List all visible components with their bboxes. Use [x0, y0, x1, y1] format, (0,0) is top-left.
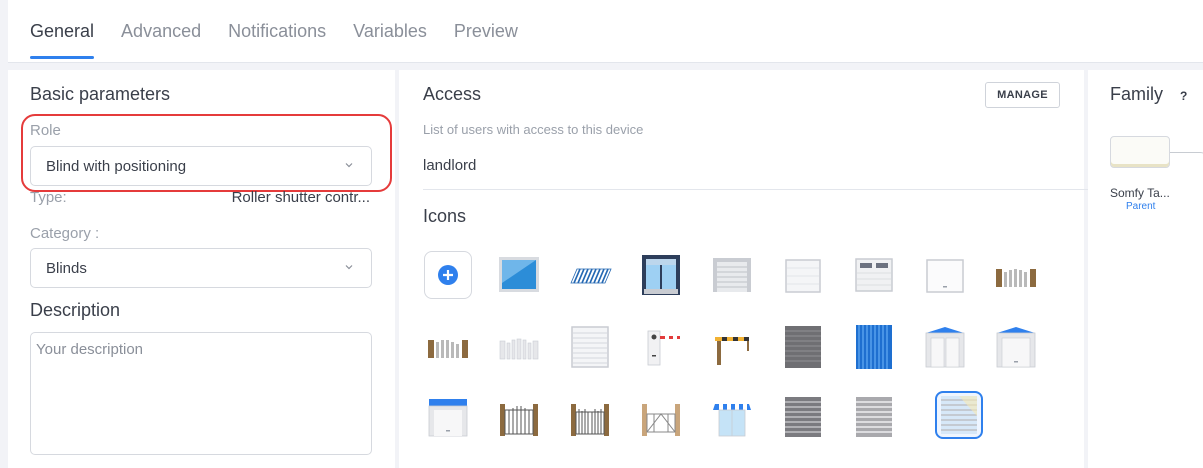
- light-blind-icon[interactable]: [850, 393, 898, 441]
- access-subtitle: List of users with access to this device: [423, 122, 644, 137]
- open-shutter-window-icon[interactable]: [637, 251, 685, 299]
- role-select[interactable]: Blind with positioning: [30, 146, 372, 186]
- shop-awning-icon[interactable]: [708, 393, 756, 441]
- access-icons-panel: Access MANAGE List of users with access …: [399, 70, 1088, 468]
- wooden-fence-icon[interactable]: [424, 323, 472, 371]
- add-icon-button[interactable]: [424, 251, 472, 299]
- tab-variables[interactable]: Variables: [353, 21, 427, 59]
- type-row: Type: Roller shutter contr...: [30, 189, 370, 209]
- basic-parameters-title: Basic parameters: [30, 84, 171, 104]
- device-name: Somfy Ta...: [1110, 186, 1170, 200]
- user-landlord: landlord: [423, 157, 477, 174]
- dark-blind-icon[interactable]: [779, 393, 827, 441]
- garage-door-icon[interactable]: [708, 251, 756, 299]
- gate-icon[interactable]: [495, 393, 543, 441]
- tab-general[interactable]: General: [30, 21, 95, 59]
- barrier-open-icon[interactable]: [637, 323, 685, 371]
- garage-blue-roof-icon[interactable]: [992, 323, 1040, 371]
- garage-blue-door-icon[interactable]: [424, 393, 472, 441]
- description-title: Description: [30, 300, 121, 320]
- category-label: Category :: [30, 225, 100, 242]
- venetian-blind-icon[interactable]: [779, 323, 827, 371]
- sliding-gate-icon[interactable]: [637, 393, 685, 441]
- add-icon: [438, 265, 458, 285]
- tabs: General Advanced Notifications Variables…: [30, 21, 545, 59]
- tab-preview[interactable]: Preview: [454, 21, 518, 59]
- access-title: Access: [423, 84, 482, 104]
- device-thumbnail[interactable]: [1110, 136, 1170, 168]
- family-title: Family: [1110, 84, 1163, 104]
- selected-blind-icon[interactable]: [935, 391, 983, 439]
- category-select[interactable]: Blinds: [30, 248, 372, 288]
- chevron-down-icon: [345, 163, 353, 168]
- roller-shutter-icon[interactable]: [566, 323, 614, 371]
- double-gate-icon[interactable]: [566, 393, 614, 441]
- divider: [423, 189, 1088, 190]
- shutter-closed-icon[interactable]: [779, 251, 827, 299]
- category-value: Blinds: [46, 260, 87, 277]
- garage-white-icon[interactable]: [921, 251, 969, 299]
- tab-notifications[interactable]: Notifications: [228, 21, 326, 59]
- tab-advanced[interactable]: Advanced: [121, 21, 201, 59]
- help-icon[interactable]: ?: [1180, 89, 1187, 103]
- type-value: Roller shutter contr...: [231, 189, 370, 206]
- window-icon[interactable]: [495, 251, 543, 299]
- white-fence-icon[interactable]: [495, 323, 543, 371]
- garage-windowed-icon[interactable]: [850, 251, 898, 299]
- basic-parameters-panel: Basic parameters Role Blind with positio…: [8, 70, 395, 468]
- barrier-closed-icon[interactable]: [708, 323, 756, 371]
- role-label: Role: [30, 122, 61, 139]
- garage-double-door-icon[interactable]: [921, 323, 969, 371]
- role-value: Blind with positioning: [46, 158, 187, 175]
- awning-icon[interactable]: [566, 251, 614, 299]
- manage-button[interactable]: MANAGE: [985, 82, 1060, 108]
- blue-curtain-icon[interactable]: [850, 323, 898, 371]
- family-panel: Family ? Somfy Ta... Parent: [1088, 70, 1203, 468]
- wooden-gate-icon[interactable]: [992, 251, 1040, 299]
- tree-connector: [1170, 152, 1203, 182]
- tab-bar: General Advanced Notifications Variables…: [8, 0, 1203, 63]
- icons-title: Icons: [423, 206, 467, 226]
- description-field[interactable]: [30, 332, 372, 455]
- type-label: Type:: [30, 189, 67, 206]
- device-role: Parent: [1126, 201, 1156, 212]
- chevron-down-icon: [345, 265, 353, 270]
